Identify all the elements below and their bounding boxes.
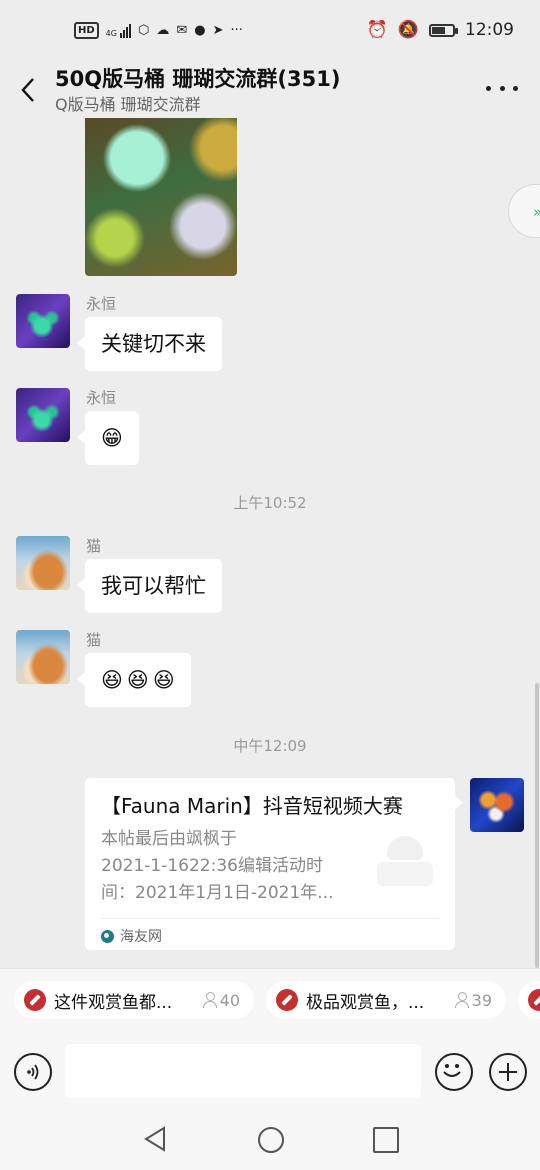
topic-text: 极品观赏鱼，... [306,992,425,1013]
timestamp-label: 中午12:09 [233,737,307,755]
source-logo-icon [101,929,114,943]
signal-icon: 4G [105,23,131,38]
hd-badge: HD [74,22,99,39]
more-functions-plus-button[interactable] [489,1053,527,1091]
link-card-description: 本帖最后由飒枫于 2021-1-1622:36编辑活动时 间：2021年1月1日… [101,829,334,903]
topic-count: 40 [202,991,240,1010]
mail-icon: ✉ [176,23,188,38]
topic-chip[interactable]: 极品观赏鱼，... 39 [266,981,506,1019]
image-message[interactable] [85,118,237,276]
more-notifications-icon: ··· [230,23,243,38]
self-avatar[interactable] [470,778,524,832]
voice-icon [27,1064,39,1080]
message-bubble[interactable]: 我可以帮忙 [77,559,222,613]
avatar[interactable] [16,294,70,348]
avatar[interactable] [16,388,70,442]
topic-icon [24,989,46,1011]
grin-emoji: 😁 [101,426,123,450]
scrollbar[interactable] [535,683,539,968]
status-right: ⏰ 🔕 12:09 [367,20,514,40]
message-input[interactable] [65,1044,421,1098]
topic-count: 39 [454,991,492,1010]
laugh-emoji: 😆 [152,668,175,692]
laugh-emoji: 😆 [126,668,149,692]
chat-header: 50Q版马桶 珊瑚交流群(351) Q版马桶 珊瑚交流群 [0,62,540,118]
voice-input-button[interactable] [14,1053,52,1091]
mute-icon: 🔕 [397,20,419,40]
nav-back-icon[interactable] [143,1126,167,1156]
laugh-emoji: 😆 [101,668,123,692]
link-thumbnail [367,826,441,900]
status-left: HD 4G ⬡ ☁ ✉ ● ➤ ··· [74,22,243,39]
leaf-icon: » [533,203,540,221]
location-icon: ➤ [212,23,224,38]
cloud-icon: ☁ [156,23,170,38]
status-time: 12:09 [465,20,514,40]
emoji-button[interactable] [435,1053,473,1091]
topic-icon [276,989,298,1011]
message-bubble[interactable]: 😆 😆 😆 [77,653,191,707]
sender-name: 永恒 [86,389,117,407]
timestamp-label: 上午10:52 [233,494,307,512]
chat-title: 50Q版马桶 珊瑚交流群(351) [55,67,341,91]
qq-icon: ● [194,23,206,38]
link-card-title: 【Fauna Marin】抖音短视频大赛 [101,794,403,818]
avatar[interactable] [16,536,70,590]
topic-icon [528,989,540,1011]
chat-message-list[interactable]: » 永恒 关键切不来 永恒 😁 上午10:52 猫 我可以帮忙 猫 😆 😆 😆 … [0,118,540,968]
topic-chip[interactable]: 这件观赏鱼都... 40 [14,981,254,1019]
person-icon [454,992,469,1008]
topic-chip[interactable] [518,981,540,1019]
topic-text: 这件观赏鱼都... [54,992,173,1013]
divider [101,918,439,919]
chat-subtitle: Q版马桶 珊瑚交流群 [55,95,201,114]
message-bubble[interactable]: 😁 [77,411,139,465]
battery-icon [429,23,458,37]
alarm-icon: ⏰ [366,20,388,40]
message-bubble[interactable]: 关键切不来 [77,317,222,371]
nav-home-icon[interactable] [258,1127,284,1153]
more-options-icon[interactable] [486,76,518,100]
sender-name: 永恒 [86,295,117,313]
shared-link-card[interactable]: 【Fauna Marin】抖音短视频大赛 本帖最后由飒枫于 2021-1-162… [85,778,463,950]
quick-topics-bar: 这件观赏鱼都... 40 极品观赏鱼，... 39 [0,968,540,1033]
avatar[interactable] [16,630,70,684]
person-icon [202,992,217,1008]
system-nav-bar [0,1106,540,1170]
link-source: 海友网 [101,926,162,946]
back-arrow-icon[interactable] [14,70,42,110]
status-bar: HD 4G ⬡ ☁ ✉ ● ➤ ··· ⏰ 🔕 12:09 [0,0,540,62]
network-label: 4G [105,28,117,38]
sender-name: 猫 [86,537,102,555]
sender-name: 猫 [86,631,102,649]
nav-recent-apps-icon[interactable] [373,1127,399,1153]
smiley-icon [443,1064,461,1077]
app-icon: ⬡ [137,23,150,38]
source-name: 海友网 [120,929,162,945]
floating-widget-tab[interactable]: » [508,184,540,238]
